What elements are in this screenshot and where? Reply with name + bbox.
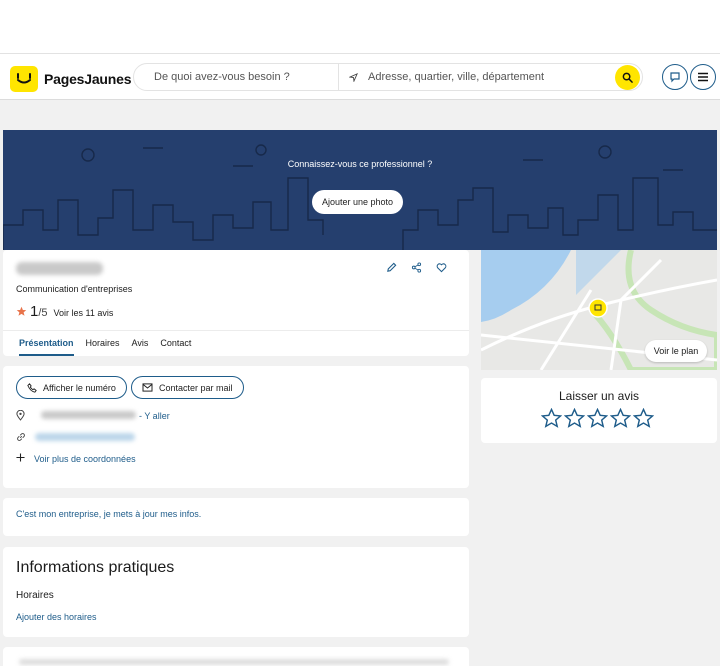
rating-row: 1 /5 Voir les 11 avis xyxy=(16,303,113,320)
link-icon xyxy=(17,433,25,441)
search-button[interactable] xyxy=(615,65,640,90)
plus-icon xyxy=(16,453,25,462)
tab-presentation[interactable]: Présentation xyxy=(19,338,74,356)
tabs-divider xyxy=(3,330,469,331)
next-card-redacted xyxy=(19,659,449,665)
location-arrow-icon xyxy=(349,72,358,82)
practical-info-card: Informations pratiques Horaires Ajouter … xyxy=(3,547,469,637)
address-redacted xyxy=(41,411,136,419)
star-filled-icon xyxy=(16,306,27,316)
search-where-input[interactable]: Adresse, quartier, ville, département xyxy=(339,71,642,83)
logo-smile-icon xyxy=(10,66,38,92)
next-card xyxy=(3,647,469,666)
business-category: Communication d'entreprises xyxy=(16,284,133,294)
directions-link[interactable]: - Y aller xyxy=(139,411,170,421)
location-pin-icon xyxy=(16,410,25,421)
review-title: Laisser un avis xyxy=(558,389,640,403)
search-icon xyxy=(622,72,633,83)
logo-text: PagesJaunes xyxy=(44,71,132,87)
business-name-redacted xyxy=(16,262,103,275)
menu-button[interactable] xyxy=(690,64,716,90)
tabs: Présentation Horaires Avis Contact xyxy=(19,338,203,356)
star-outline-icon[interactable] xyxy=(541,408,562,428)
hours-title: Horaires xyxy=(16,590,54,601)
edit-icon[interactable] xyxy=(386,262,397,273)
banner-title: Connaissez-vous ce professionnel ? xyxy=(287,159,433,169)
search-what-input[interactable]: De quoi avez-vous besoin ? xyxy=(134,64,339,90)
search-where-placeholder: Adresse, quartier, ville, département xyxy=(368,71,545,83)
more-details-link[interactable]: Voir plus de coordonnées xyxy=(34,454,136,464)
search-bar: De quoi avez-vous besoin ? Adresse, quar… xyxy=(133,63,643,91)
review-card: Laisser un avis xyxy=(481,378,717,443)
contact-mail-label: Contacter par mail xyxy=(159,382,233,393)
chat-icon xyxy=(670,72,680,83)
rating-value: 1 xyxy=(30,303,39,320)
header: PagesJaunes De quoi avez-vous besoin ? A… xyxy=(0,54,720,100)
tab-contact[interactable]: Contact xyxy=(160,338,191,356)
photo-banner: Connaissez-vous ce professionnel ? Ajout… xyxy=(3,130,717,250)
contact-mail-button[interactable]: Contacter par mail xyxy=(131,376,244,399)
reviews-link[interactable]: Voir les 11 avis xyxy=(54,308,114,318)
business-card: Communication d'entreprises 1 /5 Voir le… xyxy=(3,250,469,356)
star-outline-icon[interactable] xyxy=(610,408,631,428)
mail-icon xyxy=(142,383,153,392)
tab-avis[interactable]: Avis xyxy=(132,338,149,356)
rating-max: /5 xyxy=(38,307,48,319)
directions-label: Y aller xyxy=(144,411,170,421)
tab-horaires[interactable]: Horaires xyxy=(86,338,120,356)
star-outline-icon[interactable] xyxy=(587,408,608,428)
logo[interactable]: PagesJaunes xyxy=(10,66,131,92)
hamburger-icon xyxy=(698,72,708,82)
messages-button[interactable] xyxy=(662,64,688,90)
map[interactable]: Voir le plan xyxy=(481,250,717,370)
add-hours-link[interactable]: Ajouter des horaires xyxy=(16,612,97,622)
practical-info-title: Informations pratiques xyxy=(16,559,175,576)
show-phone-button[interactable]: Afficher le numéro xyxy=(16,376,127,399)
show-phone-label: Afficher le numéro xyxy=(43,382,116,393)
star-outline-icon[interactable] xyxy=(564,408,585,428)
favorite-heart-icon[interactable] xyxy=(436,262,447,273)
website-redacted[interactable] xyxy=(35,433,135,441)
claim-card: C'est mon entreprise, je mets à jour mes… xyxy=(3,498,469,536)
phone-icon xyxy=(27,382,37,393)
share-icon[interactable] xyxy=(411,262,422,273)
top-spacer xyxy=(0,0,720,54)
claim-business-link[interactable]: C'est mon entreprise, je mets à jour mes… xyxy=(16,509,201,519)
view-map-button[interactable]: Voir le plan xyxy=(645,340,707,362)
add-photo-button[interactable]: Ajouter une photo xyxy=(312,190,403,214)
contact-card: Afficher le numéro Contacter par mail - … xyxy=(3,366,469,488)
star-outline-icon[interactable] xyxy=(633,408,654,428)
rating-stars xyxy=(541,408,656,428)
